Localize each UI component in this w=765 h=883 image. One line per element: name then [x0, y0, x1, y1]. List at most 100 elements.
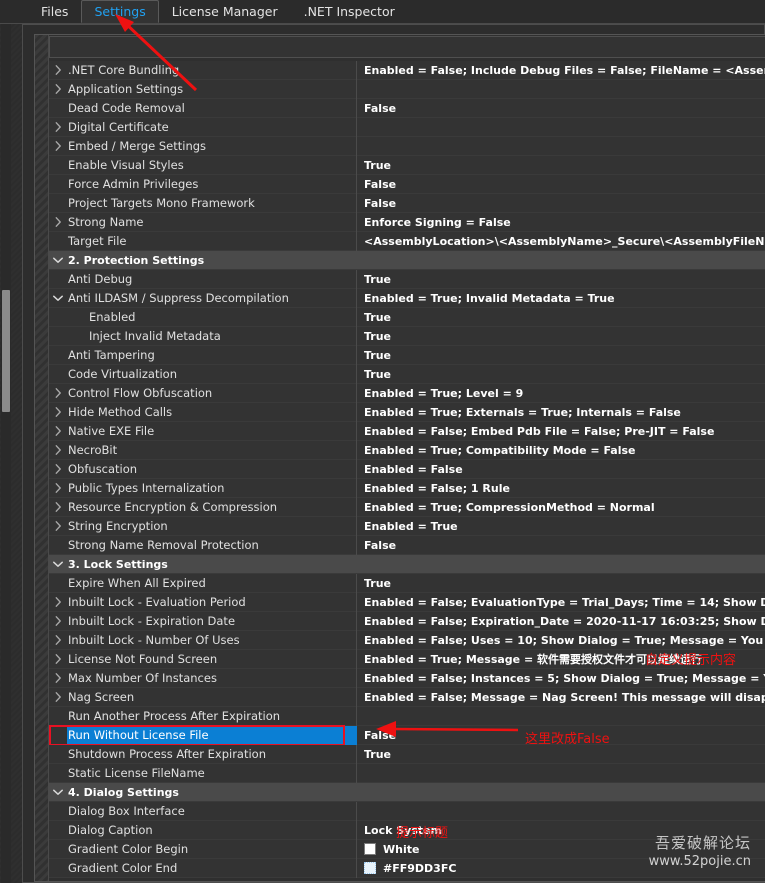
property-row[interactable]: Embed / Merge Settings — [49, 136, 765, 156]
property-row[interactable]: Project Targets Mono Framework False — [49, 193, 765, 213]
property-name-cell[interactable]: NecroBit — [67, 440, 357, 460]
property-value-cell[interactable]: Enabled = True; Compatibility Mode = Fal… — [357, 441, 765, 460]
property-row[interactable]: Max Number Of Instances Enabled = False; … — [49, 668, 765, 688]
property-row[interactable]: Anti Debug True — [49, 269, 765, 289]
property-name-cell[interactable]: 2. Protection Settings — [67, 251, 204, 270]
property-name-cell[interactable]: Anti Debug — [67, 269, 357, 289]
property-row[interactable]: Inbuilt Lock - Evaluation Period Enabled … — [49, 592, 765, 612]
property-row[interactable]: .NET Core Bundling Enabled = False; Inclu… — [49, 60, 765, 80]
chevron-down-icon[interactable] — [49, 289, 67, 308]
property-row[interactable]: Force Admin Privileges False — [49, 174, 765, 194]
property-value-cell[interactable] — [179, 783, 765, 802]
property-name-cell[interactable]: Max Number Of Instances — [67, 668, 357, 688]
property-name-cell[interactable]: String Encryption — [67, 516, 357, 536]
chevron-right-icon[interactable] — [49, 403, 67, 422]
category-row[interactable]: 4. Dialog Settings — [49, 783, 765, 802]
property-value-cell[interactable] — [357, 802, 765, 821]
property-name-cell[interactable]: Inbuilt Lock - Expiration Date — [67, 611, 357, 631]
chevron-right-icon[interactable] — [49, 479, 67, 498]
property-name-cell[interactable]: Native EXE File — [67, 421, 357, 441]
property-row[interactable]: Dialog Box Interface — [49, 801, 765, 821]
property-name-cell[interactable]: Public Types Internalization — [67, 478, 357, 498]
property-value-cell[interactable]: Enabled = False; Embed Pdb File = False;… — [357, 422, 765, 441]
property-row[interactable]: Nag Screen Enabled = False; Message = Nag… — [49, 687, 765, 707]
property-name-cell[interactable]: Nag Screen — [67, 687, 357, 707]
property-name-cell[interactable]: Digital Certificate — [67, 117, 357, 137]
property-value-cell[interactable] — [357, 707, 765, 726]
property-name-cell[interactable]: Inbuilt Lock - Evaluation Period — [67, 592, 357, 612]
property-name-cell[interactable]: License Not Found Screen — [67, 649, 357, 669]
property-name-cell[interactable]: Inbuilt Lock - Number Of Uses — [67, 630, 357, 650]
property-value-cell[interactable]: Enabled = True; Message = 软件需要授权文件才可以继续运… — [357, 650, 765, 669]
property-value-cell[interactable]: False — [357, 726, 765, 745]
property-row[interactable]: Gradient Color Begin White — [49, 839, 765, 859]
property-value-cell[interactable]: Enabled = False; Message = Nag Screen! T… — [357, 688, 765, 707]
property-row[interactable]: Application Settings — [49, 79, 765, 99]
property-value-cell[interactable]: True — [357, 346, 765, 365]
chevron-right-icon[interactable] — [49, 118, 67, 137]
property-value-cell[interactable]: Enabled = False — [357, 460, 765, 479]
tab-files[interactable]: Files — [28, 0, 81, 23]
property-row[interactable]: String Encryption Enabled = True — [49, 516, 765, 536]
property-value-cell[interactable]: True — [357, 365, 765, 384]
chevron-right-icon[interactable] — [49, 441, 67, 460]
property-row[interactable]: Inbuilt Lock - Number Of Uses Enabled = F… — [49, 630, 765, 650]
property-value-cell[interactable]: White — [357, 840, 765, 859]
chevron-right-icon[interactable] — [49, 61, 67, 80]
property-value-cell[interactable]: False — [357, 175, 765, 194]
property-value-cell[interactable]: True — [357, 156, 765, 175]
property-row[interactable]: Shutdown Process After Expiration True — [49, 744, 765, 764]
category-row[interactable]: 3. Lock Settings — [49, 555, 765, 574]
chevron-right-icon[interactable] — [49, 517, 67, 536]
property-name-cell[interactable]: Dialog Caption — [67, 820, 357, 840]
property-value-cell[interactable]: True — [357, 308, 765, 327]
outer-vertical-scrollbar[interactable] — [1, 24, 11, 883]
property-value-cell[interactable]: True — [357, 745, 765, 764]
property-value-cell[interactable] — [357, 137, 765, 156]
property-row[interactable]: Expire When All Expired True — [49, 573, 765, 593]
property-name-cell[interactable]: Dead Code Removal — [67, 98, 357, 118]
chevron-right-icon[interactable] — [49, 460, 67, 479]
property-value-cell[interactable]: Enabled = False; Uses = 10; Show Dialog … — [357, 631, 765, 650]
property-value-cell[interactable]: Lock System — [357, 821, 765, 840]
chevron-down-icon[interactable] — [49, 251, 67, 270]
property-name-cell[interactable]: Dialog Box Interface — [67, 801, 357, 821]
chevron-right-icon[interactable] — [49, 80, 67, 99]
property-value-cell[interactable]: <AssemblyLocation>\<AssemblyName>_Secure… — [357, 232, 765, 251]
property-row[interactable]: Dialog Caption Lock System — [49, 820, 765, 840]
property-name-cell[interactable]: Project Targets Mono Framework — [67, 193, 357, 213]
property-name-cell[interactable]: Force Admin Privileges — [67, 174, 357, 194]
property-value-cell[interactable]: True — [357, 574, 765, 593]
chevron-down-icon[interactable] — [49, 783, 67, 802]
property-value-cell[interactable] — [357, 764, 765, 783]
property-value-cell[interactable]: Enabled = False; Expiration_Date = 2020-… — [357, 612, 765, 631]
property-row[interactable]: Inbuilt Lock - Expiration Date Enabled = … — [49, 611, 765, 631]
tab-net-inspector[interactable]: .NET Inspector — [291, 0, 408, 23]
property-row[interactable]: Code Virtualization True — [49, 364, 765, 384]
property-row[interactable]: Run Without License File False — [49, 725, 765, 746]
category-row[interactable]: 2. Protection Settings — [49, 251, 765, 270]
property-value-cell[interactable]: Enforce Signing = False — [357, 213, 765, 232]
property-value-cell[interactable]: False — [357, 99, 765, 118]
chevron-right-icon[interactable] — [49, 137, 67, 156]
property-value-cell[interactable]: True — [357, 270, 765, 289]
property-row[interactable]: Enable Visual Styles True — [49, 155, 765, 175]
property-name-cell[interactable]: 3. Lock Settings — [67, 555, 168, 574]
property-row[interactable]: Native EXE File Enabled = False; Embed Pd… — [49, 421, 765, 441]
chevron-right-icon[interactable] — [49, 213, 67, 232]
property-row[interactable]: Public Types Internalization Enabled = Fa… — [49, 478, 765, 498]
property-value-cell[interactable]: Enabled = False; EvaluationType = Trial_… — [357, 593, 765, 612]
property-value-cell[interactable]: Enabled = True; CompressionMethod = Norm… — [357, 498, 765, 517]
property-row[interactable]: NecroBit Enabled = True; Compatibility Mo… — [49, 440, 765, 460]
tab-license-manager[interactable]: License Manager — [159, 0, 291, 23]
property-name-cell[interactable]: Anti Tampering — [67, 345, 357, 365]
property-name-cell[interactable]: Shutdown Process After Expiration — [67, 744, 357, 764]
property-row[interactable]: Gradient Color End #FF9DD3FC — [49, 858, 765, 878]
property-value-cell[interactable]: Enabled = False; 1 Rule — [357, 479, 765, 498]
property-name-cell[interactable]: Static License FileName — [67, 763, 357, 783]
property-name-cell[interactable]: Control Flow Obfuscation — [67, 383, 357, 403]
property-name-cell[interactable]: 4. Dialog Settings — [67, 783, 179, 802]
chevron-right-icon[interactable] — [49, 422, 67, 441]
property-name-cell[interactable]: Run Without License File — [67, 725, 357, 745]
property-row[interactable]: Enabled True — [49, 307, 765, 327]
